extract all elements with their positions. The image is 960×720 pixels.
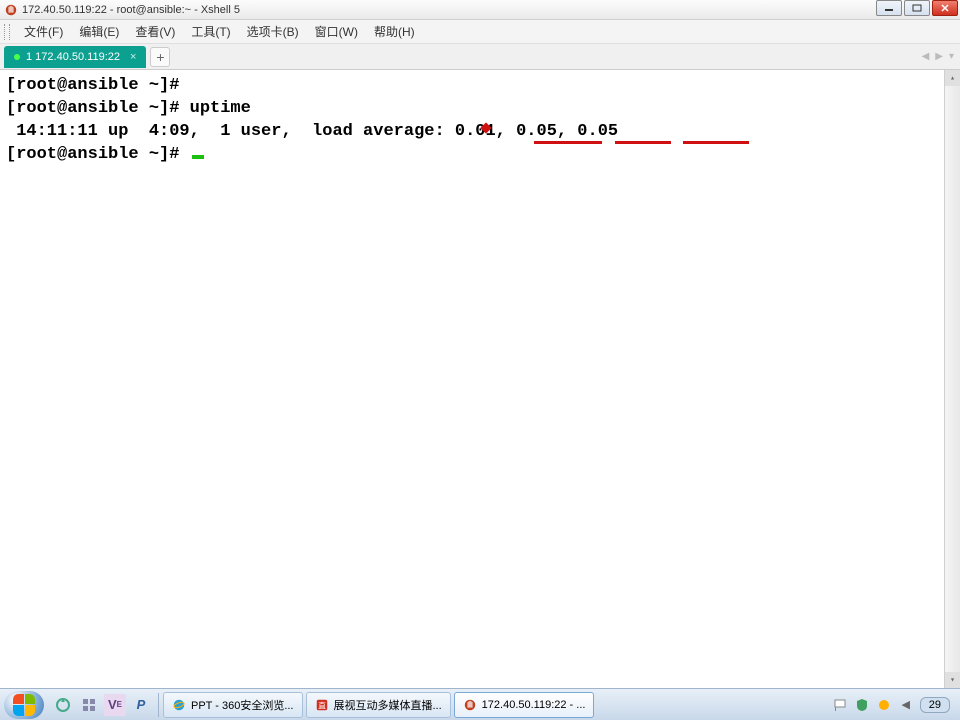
quicklaunch-ve-icon[interactable]: VE [104,694,126,716]
windows-logo-icon [13,694,35,716]
tray-shield-icon[interactable] [854,697,870,713]
tab-close-icon[interactable]: × [130,51,136,63]
system-tray: ◀ 29 [832,697,956,713]
tab-next-icon[interactable]: ▶ [935,51,943,62]
window-title: 172.40.50.119:22 - root@ansible:~ - Xshe… [22,4,240,16]
menu-tools[interactable]: 工具(T) [183,20,238,43]
terminal-line: [root@ansible ~]# uptime [6,97,954,120]
menubar: 文件(F) 编辑(E) 查看(V) 工具(T) 选项卡(B) 窗口(W) 帮助(… [0,20,960,44]
annotation-underline [534,141,602,144]
maximize-button[interactable] [904,0,930,16]
scroll-down-icon[interactable]: ▾ [945,672,960,688]
taskbar-label: 172.40.50.119:22 - ... [482,699,586,711]
xshell-icon [463,698,477,712]
cursor-icon [192,155,204,159]
session-tab[interactable]: 1 172.40.50.119:22 × [4,46,146,68]
taskbar-app-browser[interactable]: PPT - 360安全浏览... [163,692,303,718]
quicklaunch-recycle-icon[interactable] [52,694,74,716]
add-tab-button[interactable]: + [150,47,170,67]
connection-status-icon [14,54,20,60]
annotation-underline [683,141,749,144]
taskbar: VE P PPT - 360安全浏览... 直 展视互动多媒体直播... 172… [0,688,960,720]
terminal-line: [root@ansible ~]# [6,74,954,97]
taskbar-app-media[interactable]: 直 展视互动多媒体直播... [306,692,451,718]
scroll-up-icon[interactable]: ▴ [945,70,960,86]
taskbar-app-xshell[interactable]: 172.40.50.119:22 - ... [454,692,595,718]
titlebar: 172.40.50.119:22 - root@ansible:~ - Xshe… [0,0,960,20]
minimize-button[interactable] [876,0,902,16]
svg-text:直: 直 [318,700,326,710]
tabbar: 1 172.40.50.119:22 × + ◀ ▶ ▾ [0,44,960,70]
close-button[interactable] [932,0,958,16]
tab-prev-icon[interactable]: ◀ [922,51,930,62]
tray-chevron-icon[interactable]: ◀ [898,697,914,713]
terminal-line: 14:11:11 up 4:09, 1 user, load average: … [6,120,954,143]
tab-label: 1 172.40.50.119:22 [26,51,120,63]
menu-file[interactable]: 文件(F) [16,20,71,43]
menu-view[interactable]: 查看(V) [127,20,183,43]
app-icon [4,3,18,17]
menu-tabs[interactable]: 选项卡(B) [239,20,307,43]
window-controls [876,0,958,16]
menu-edit[interactable]: 编辑(E) [71,20,127,43]
menu-help[interactable]: 帮助(H) [366,20,423,43]
quicklaunch-p-icon[interactable]: P [130,694,152,716]
terminal-scrollbar[interactable]: ▴ ▾ [944,70,960,688]
tab-list-icon[interactable]: ▾ [949,51,954,62]
tab-nav-controls: ◀ ▶ ▾ [922,51,954,62]
tray-clock[interactable]: 29 [920,697,950,713]
menubar-grip[interactable] [4,24,10,40]
menu-window[interactable]: 窗口(W) [307,20,366,43]
terminal-line: [root@ansible ~]# [6,143,954,166]
annotation-underline [615,141,671,144]
tray-flag-icon[interactable] [832,697,848,713]
terminal[interactable]: [root@ansible ~]# [root@ansible ~]# upti… [0,70,960,688]
start-button[interactable] [4,691,44,719]
taskbar-label: 展视互动多媒体直播... [334,697,442,713]
taskbar-divider [158,693,159,717]
ie-icon [172,698,186,712]
quicklaunch-grid-icon[interactable] [78,694,100,716]
tray-updates-icon[interactable] [876,697,892,713]
taskbar-label: PPT - 360安全浏览... [191,697,294,713]
app-icon: 直 [315,698,329,712]
